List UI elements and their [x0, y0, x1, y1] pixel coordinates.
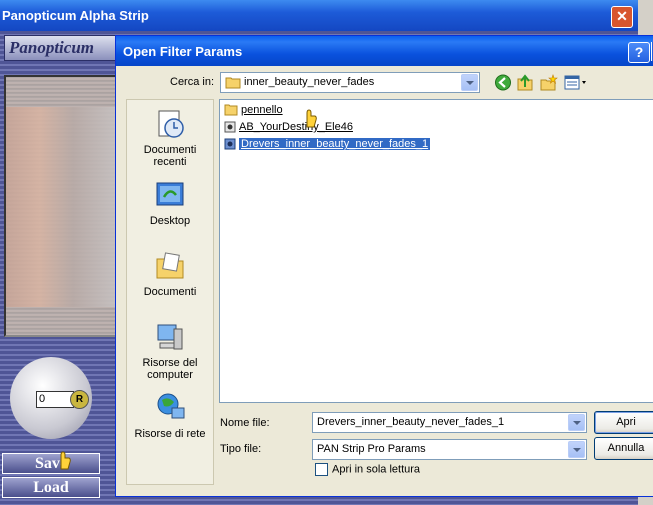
list-item[interactable]: AB_YourDestiny_Ele46 [224, 121, 353, 137]
folder-icon [225, 77, 241, 89]
load-button[interactable]: Load [2, 477, 100, 498]
recent-documents-icon [158, 110, 184, 138]
new-folder-icon[interactable] [540, 74, 558, 91]
my-documents-icon [156, 252, 184, 279]
chevron-down-icon[interactable] [568, 414, 585, 431]
file-icon [224, 138, 236, 150]
file-name: pennello [241, 104, 283, 117]
checkbox-box[interactable] [315, 463, 328, 476]
file-list[interactable]: pennello AB_YourDestiny_Ele46 Drevers_in… [219, 99, 653, 403]
desktop-icon [156, 182, 184, 206]
up-folder-icon[interactable] [516, 74, 534, 91]
place-label: Risorse di rete [134, 428, 206, 440]
list-item[interactable]: pennello [224, 104, 283, 120]
filetype-label: Tipo file: [220, 443, 262, 455]
dialog-title: Open Filter Params [123, 44, 243, 59]
filename-label: Nome file: [220, 417, 270, 429]
open-filter-params-dialog: Open Filter Params ? Cerca in: inner_bea… [115, 35, 653, 497]
list-item[interactable]: Drevers_inner_beauty_never_fades_1 [224, 137, 432, 154]
cancel-button[interactable]: Annulla [594, 437, 653, 460]
lookin-label: Cerca in: [170, 76, 215, 88]
lookin-value: inner_beauty_never_fades [244, 76, 375, 88]
file-name: AB_YourDestiny_Ele46 [239, 121, 353, 134]
help-button[interactable]: ? [628, 42, 650, 63]
views-menu-icon[interactable] [564, 74, 588, 91]
file-icon [224, 121, 236, 133]
knob-value-field[interactable]: 0 [36, 391, 74, 408]
filetype-value: PAN Strip Pro Params [317, 443, 426, 455]
place-label: Risorse del [142, 357, 198, 369]
dialog-titlebar: Open Filter Params ? [116, 36, 653, 66]
network-icon [157, 393, 185, 419]
folder-icon [224, 104, 238, 116]
place-label: Documenti [143, 286, 197, 298]
place-recent-documents[interactable]: Documenti recenti [127, 108, 213, 168]
place-label: computer [147, 369, 193, 381]
panopticum-titlebar: Panopticum Alpha Strip ✕ [0, 0, 638, 31]
back-icon[interactable] [494, 74, 512, 91]
filetype-combobox[interactable]: PAN Strip Pro Params [312, 439, 587, 460]
save-button[interactable]: Save [2, 453, 100, 474]
place-label: Documenti [143, 144, 197, 156]
panopticum-logo: Panopticum [4, 35, 118, 61]
filename-combobox[interactable]: Drevers_inner_beauty_never_fades_1 [312, 412, 587, 433]
place-network[interactable]: Risorse di rete [127, 392, 213, 440]
open-button[interactable]: Apri [594, 411, 653, 434]
panopticum-logo-text: Panopticum [9, 38, 95, 57]
place-desktop[interactable]: Desktop [127, 179, 213, 227]
chevron-down-icon[interactable] [568, 441, 585, 458]
preview-image [6, 107, 118, 307]
lookin-combobox[interactable]: inner_beauty_never_fades [220, 72, 480, 93]
place-label: Desktop [149, 215, 191, 227]
panopticum-preview [4, 75, 120, 337]
panopticum-close-button[interactable]: ✕ [611, 6, 633, 28]
place-label: recenti [153, 156, 187, 168]
filename-value: Drevers_inner_beauty_never_fades_1 [317, 416, 505, 428]
place-my-computer[interactable]: Risorse del computer [127, 321, 213, 381]
readonly-label: Apri in sola lettura [332, 463, 421, 476]
my-computer-icon [157, 324, 183, 350]
hand-cursor-icon [60, 451, 71, 470]
readonly-checkbox[interactable]: Apri in sola lettura [315, 463, 420, 476]
place-documents[interactable]: Documenti [127, 250, 213, 298]
chevron-down-icon[interactable] [461, 74, 478, 91]
hand-cursor-icon [306, 109, 317, 128]
panopticum-window-title: Panopticum Alpha Strip [2, 8, 149, 23]
knob-reset-button[interactable]: R [70, 390, 89, 409]
places-bar: Documenti recenti Desktop Documenti Riso… [126, 99, 214, 485]
file-name: Drevers_inner_beauty_never_fades_1 [237, 137, 432, 152]
